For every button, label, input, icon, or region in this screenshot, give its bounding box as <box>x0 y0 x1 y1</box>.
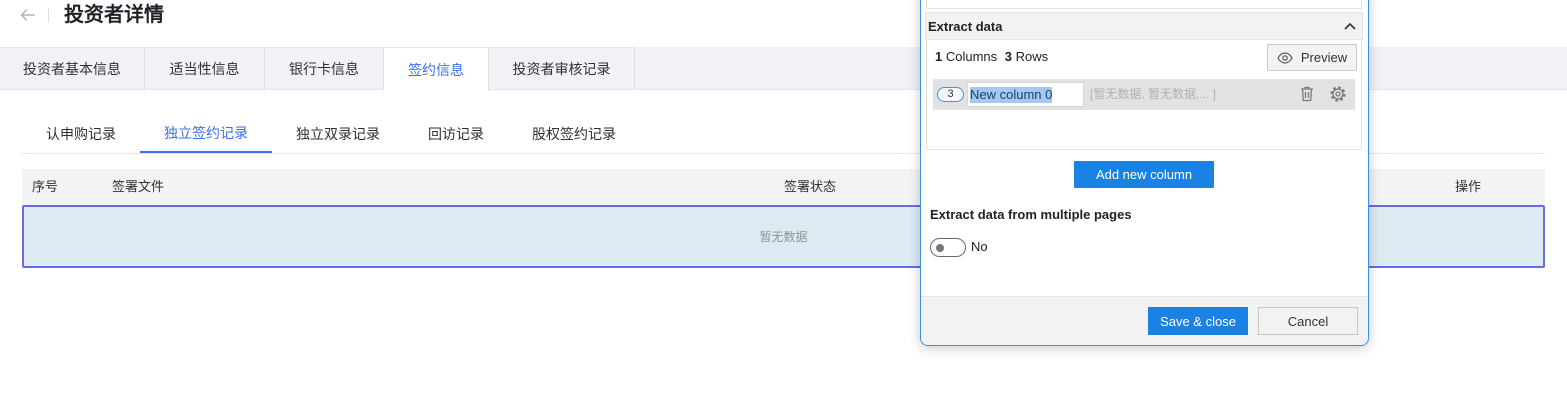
multi-page-toggle[interactable] <box>930 238 966 257</box>
tab-suitability-info[interactable]: 适当性信息 <box>145 47 265 90</box>
save-and-close-button[interactable]: Save & close <box>1148 307 1248 335</box>
columns-count: 1 <box>935 49 943 64</box>
columns-label: Columns <box>945 49 998 64</box>
chevron-up-icon[interactable] <box>1344 22 1356 30</box>
tab-signing-info[interactable]: 签约信息 <box>384 47 489 91</box>
preview-button[interactable]: Preview <box>1267 44 1357 71</box>
preview-label: Preview <box>1300 50 1348 65</box>
eye-icon <box>1277 51 1293 64</box>
column-header-signed-file: 签署文件 <box>112 179 165 194</box>
gear-icon[interactable] <box>1329 85 1347 103</box>
multi-page-toggle-label: No <box>971 239 988 254</box>
column-name-value: New column 0 <box>970 86 1053 103</box>
subtab-independent-dual-recording-records[interactable]: 独立双录记录 <box>272 114 404 153</box>
rows-label: Rows <box>1015 49 1049 64</box>
column-sample-values: [暂无数据, 暂无数据,... ] <box>1090 87 1217 101</box>
header-divider <box>48 8 49 22</box>
subtab-return-visit-records[interactable]: 回访记录 <box>404 114 508 153</box>
subtab-subscription-records[interactable]: 认申购记录 <box>22 114 140 153</box>
rows-count: 3 <box>1004 49 1013 64</box>
arrow-left-icon[interactable] <box>20 8 36 22</box>
previous-section-edge <box>926 0 1362 9</box>
empty-state-text: 暂无数据 <box>759 230 808 244</box>
column-header-index: 序号 <box>32 179 59 194</box>
extract-data-panel: Extract data 1 Columns 3 Rows Preview 3 … <box>920 0 1369 346</box>
toggle-knob <box>936 243 944 252</box>
extract-data-section-header[interactable]: Extract data <box>925 12 1363 40</box>
trash-icon[interactable] <box>1299 85 1315 103</box>
page-title: 投资者详情 <box>64 4 164 26</box>
subtab-equity-signing-records[interactable]: 股权签约记录 <box>508 114 640 153</box>
column-row-count-badge: 3 <box>937 87 964 102</box>
section-title: Extract data <box>928 18 1003 34</box>
tab-investor-review-records[interactable]: 投资者审核记录 <box>489 47 635 90</box>
multi-page-title: Extract data from multiple pages <box>930 207 1132 222</box>
tab-bank-card-info[interactable]: 银行卡信息 <box>265 47 384 90</box>
subtab-independent-signing-records[interactable]: 独立签约记录 <box>140 114 272 153</box>
tab-investor-basic-info[interactable]: 投资者基本信息 <box>0 47 145 90</box>
extract-summary: 1 Columns 3 Rows <box>935 47 1048 67</box>
column-header-actions: 操作 <box>1455 179 1482 194</box>
column-header-signing-status: 签署状态 <box>784 179 837 194</box>
extract-column-row[interactable]: 3 New column 0 [暂无数据, 暂无数据,... ] <box>933 79 1355 110</box>
panel-footer: Save & close Cancel <box>921 296 1368 345</box>
cancel-button[interactable]: Cancel <box>1258 307 1358 335</box>
extract-data-section-body: 1 Columns 3 Rows Preview 3 New column 0 … <box>926 40 1362 150</box>
add-new-column-button[interactable]: Add new column <box>1074 161 1214 188</box>
column-name-input[interactable]: New column 0 <box>967 82 1084 107</box>
